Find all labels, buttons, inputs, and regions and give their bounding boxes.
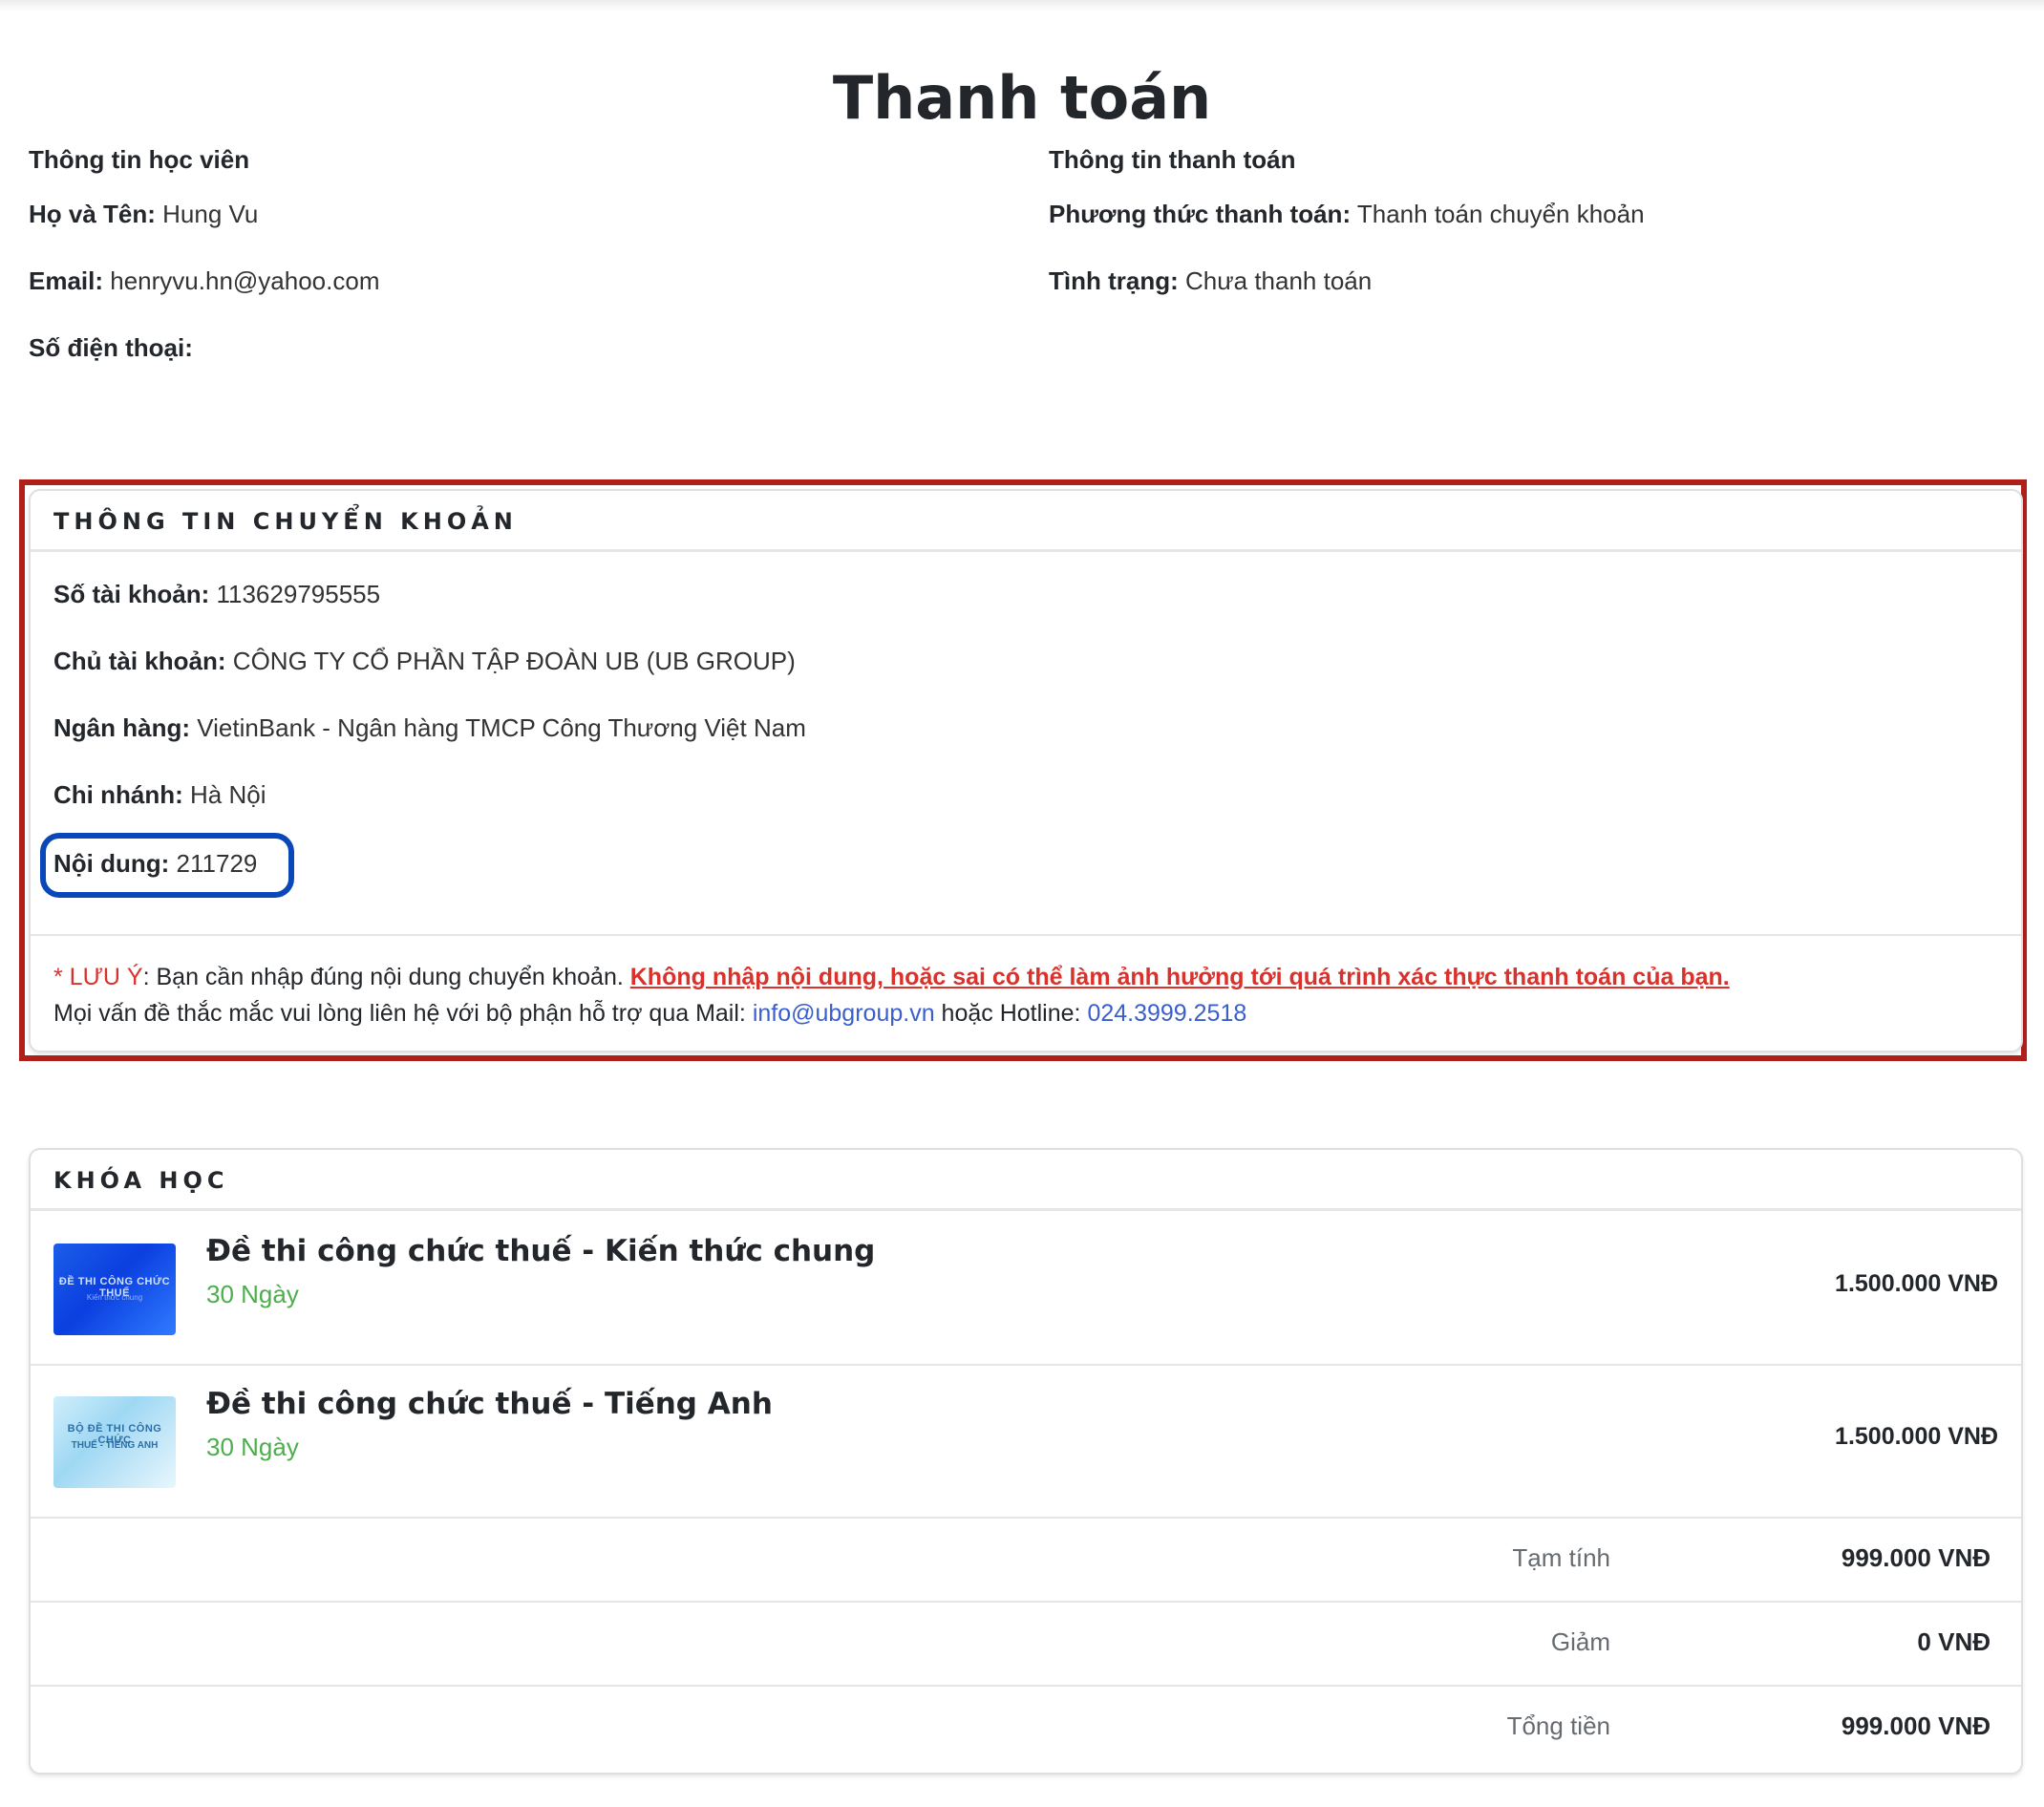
transfer-note: * LƯU Ý: Bạn cần nhập đúng nội dung chuy… xyxy=(53,959,1730,995)
payment-status-label: Tình trạng: xyxy=(1049,266,1179,295)
student-name-row: Họ và Tên: Hung Vu xyxy=(29,197,379,231)
support-note: Mọi vấn đề thắc mắc vui lòng liên hệ với… xyxy=(53,995,1246,1031)
course-duration: 30 Ngày xyxy=(206,1433,299,1461)
course-name: Đề thi công chức thuế - Kiến thức chung xyxy=(206,1234,876,1268)
note-star-label: * LƯU Ý xyxy=(53,964,143,990)
student-info-heading: Thông tin học viên xyxy=(29,145,250,174)
transfer-content-row: Nội dung: 211729 xyxy=(53,846,257,881)
total-label: Tổng tiền xyxy=(1506,1711,1610,1740)
payment-method-label: Phương thức thanh toán: xyxy=(1049,200,1352,228)
student-email-row: Email: henryvu.hn@yahoo.com xyxy=(29,264,379,298)
student-email-value: henryvu.hn@yahoo.com xyxy=(110,266,380,295)
bank-name-row: Ngân hàng: VietinBank - Ngân hàng TMCP C… xyxy=(53,711,806,745)
support-or-text: hoặc Hotline: xyxy=(934,1000,1088,1027)
bank-card-divider xyxy=(31,934,2021,936)
course-duration: 30 Ngày xyxy=(206,1280,299,1308)
bank-name-label: Ngân hàng: xyxy=(53,713,190,742)
account-holder-label: Chủ tài khoản: xyxy=(53,647,226,675)
top-shadow xyxy=(0,0,2044,11)
note-text: : Bạn cần nhập đúng nội dung chuyển khoả… xyxy=(142,964,630,990)
note-warning-link[interactable]: Không nhập nội dung, hoặc sai có thể làm… xyxy=(630,964,1730,990)
discount-value: 0 VNĐ xyxy=(1917,1627,1991,1656)
course-thumbnail: BỘ ĐỀ THI CÔNG CHỨC THUẾ - TIẾNG ANH xyxy=(53,1396,176,1488)
account-holder-value: CÔNG TY CỔ PHẦN TẬP ĐOÀN UB (UB GROUP) xyxy=(232,647,796,675)
student-name-label: Họ và Tên: xyxy=(29,200,156,228)
course-thumbnail: ĐỀ THI CÔNG CHỨC THUẾ Kiến thức chung xyxy=(53,1244,176,1335)
transfer-content-label: Nội dung: xyxy=(53,849,170,878)
student-name-value: Hung Vu xyxy=(162,200,259,228)
course-item[interactable]: BỘ ĐỀ THI CÔNG CHỨC THUẾ - TIẾNG ANH Đề … xyxy=(31,1366,2021,1519)
bank-transfer-heading: THÔNG TIN CHUYỂN KHOẢN xyxy=(31,491,2021,552)
course-item[interactable]: ĐỀ THI CÔNG CHỨC THUẾ Kiến thức chung Đề… xyxy=(31,1213,2021,1366)
course-price: 1.500.000 VNĐ xyxy=(1835,1270,1998,1297)
support-email-link[interactable]: info@ubgroup.vn xyxy=(753,1000,935,1027)
payment-method-value: Thanh toán chuyển khoản xyxy=(1356,200,1645,228)
course-thumbnail-subtitle: THUẾ - TIẾNG ANH xyxy=(71,1440,159,1451)
account-number-row: Số tài khoản: 113629795555 xyxy=(53,577,380,611)
account-number-label: Số tài khoản: xyxy=(53,580,210,608)
payment-method-row: Phương thức thanh toán: Thanh toán chuyể… xyxy=(1049,197,1645,231)
courses-heading: KHÓA HỌC xyxy=(31,1150,2021,1211)
payment-status-row: Tình trạng: Chưa thanh toán xyxy=(1049,264,1645,298)
total-value: 999.000 VNĐ xyxy=(1841,1711,1991,1740)
payment-status-value: Chưa thanh toán xyxy=(1185,266,1373,295)
subtotal-row: Tạm tính 999.000 VNĐ xyxy=(31,1519,2021,1603)
courses-card: KHÓA HỌC ĐỀ THI CÔNG CHỨC THUẾ Kiến thức… xyxy=(29,1148,2023,1775)
payment-info: Thông tin thanh toán Phương thức thanh t… xyxy=(1049,145,1645,298)
subtotal-value: 999.000 VNĐ xyxy=(1841,1543,1991,1572)
page-title: Thanh toán xyxy=(832,63,1212,133)
support-hotline-link[interactable]: 024.3999.2518 xyxy=(1087,1000,1246,1027)
payment-info-heading: Thông tin thanh toán xyxy=(1049,145,1296,174)
student-info: Thông tin học viên Họ và Tên: Hung Vu Em… xyxy=(29,145,379,365)
branch-value: Hà Nội xyxy=(190,780,266,809)
account-holder-row: Chủ tài khoản: CÔNG TY CỔ PHẦN TẬP ĐOÀN … xyxy=(53,644,796,678)
branch-label: Chi nhánh: xyxy=(53,780,183,809)
account-number-value[interactable]: 113629795555 xyxy=(216,580,380,608)
total-row: Tổng tiền 999.000 VNĐ xyxy=(31,1687,2021,1771)
student-email-label: Email: xyxy=(29,266,104,295)
course-price: 1.500.000 VNĐ xyxy=(1835,1423,1998,1450)
course-name: Đề thi công chức thuế - Tiếng Anh xyxy=(206,1387,773,1421)
student-phone-label: Số điện thoại: xyxy=(29,333,193,362)
support-text: Mọi vấn đề thắc mắc vui lòng liên hệ với… xyxy=(53,1000,753,1027)
discount-label: Giảm xyxy=(1550,1627,1610,1656)
bank-transfer-card: THÔNG TIN CHUYỂN KHOẢN Số tài khoản: 113… xyxy=(29,489,2023,1052)
discount-row: Giảm 0 VNĐ xyxy=(31,1603,2021,1687)
subtotal-label: Tạm tính xyxy=(1512,1543,1610,1572)
transfer-content-value[interactable]: 211729 xyxy=(177,849,258,878)
student-phone-row: Số điện thoại: xyxy=(29,330,379,365)
bank-name-value: VietinBank - Ngân hàng TMCP Công Thương … xyxy=(197,713,806,742)
course-thumbnail-subtitle: Kiến thức chung xyxy=(86,1293,143,1302)
branch-row: Chi nhánh: Hà Nội xyxy=(53,777,266,812)
